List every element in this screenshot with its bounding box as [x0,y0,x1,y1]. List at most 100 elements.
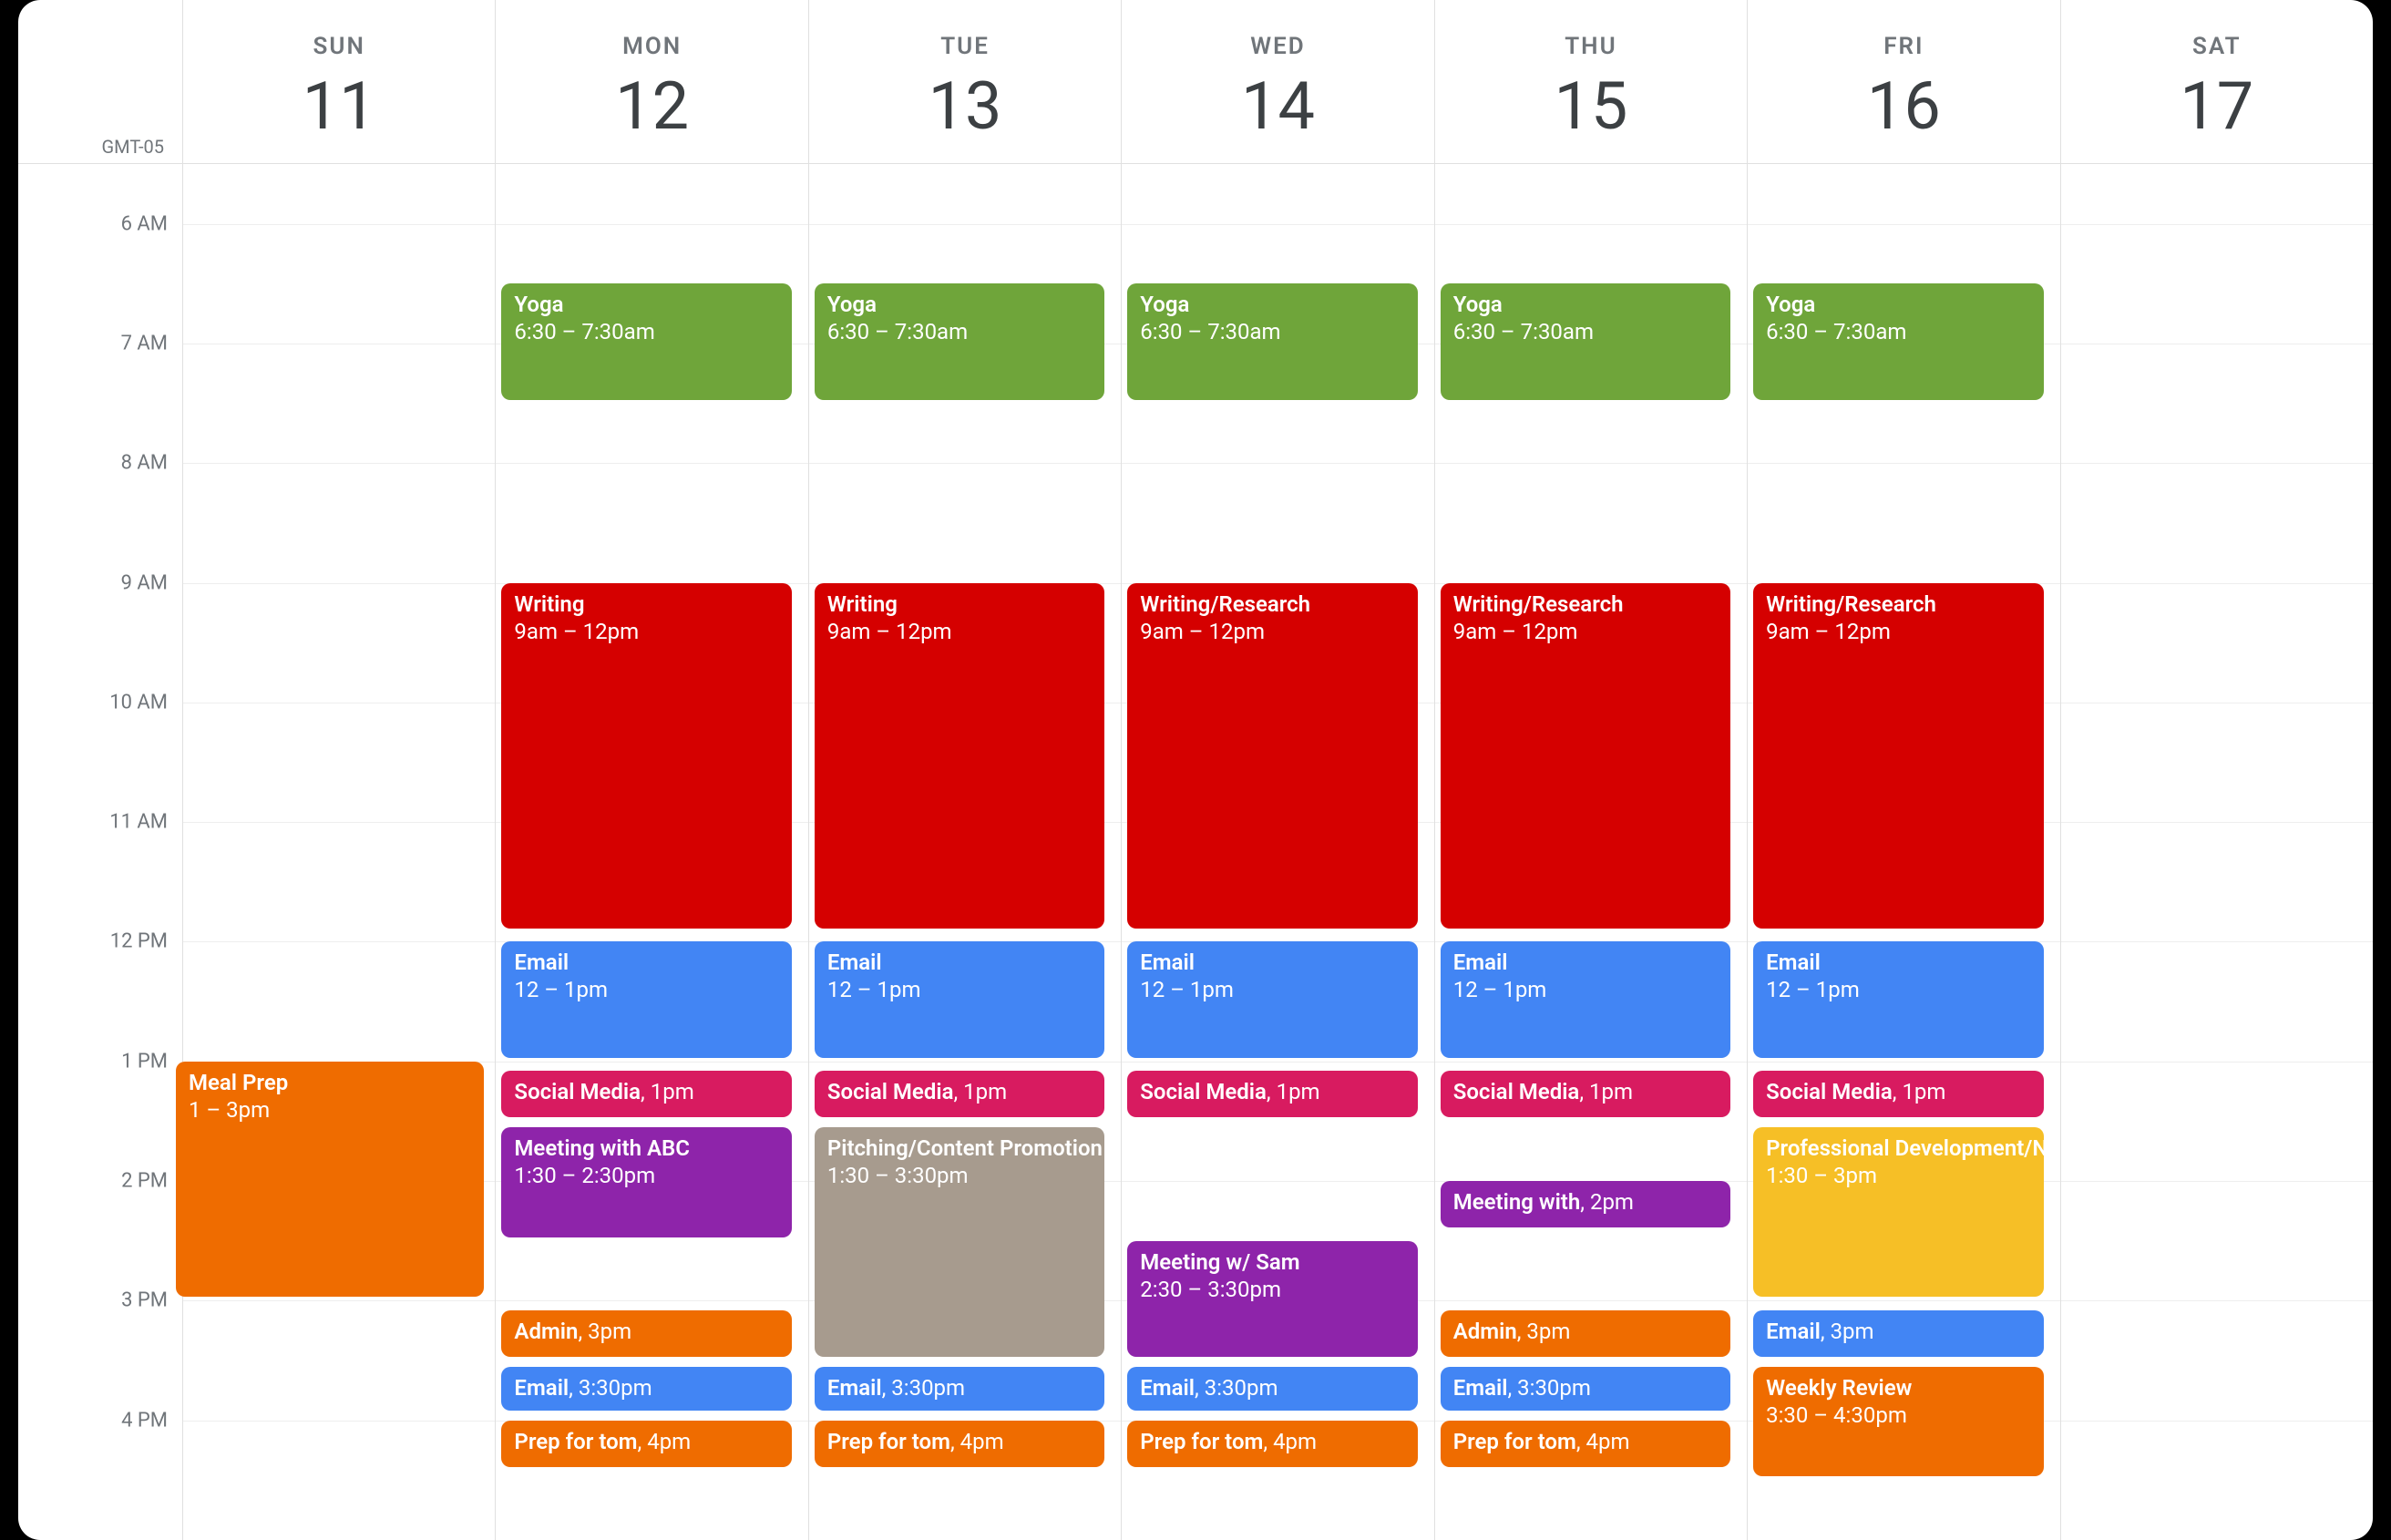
calendar-event[interactable]: Email12 – 1pm [1127,941,1417,1057]
calendar-event[interactable]: Prep for tom, 4pm [815,1421,1104,1467]
day-header[interactable]: SAT17 [2060,0,2373,164]
hour-gridline [2061,583,2373,584]
calendar-event[interactable]: Writing/Research9am – 12pm [1441,583,1730,929]
day-number[interactable]: 12 [496,67,807,145]
calendar-event[interactable]: Writing9am – 12pm [815,583,1104,929]
day-column[interactable]: Meal Prep1 – 3pm [182,164,495,1540]
event-title: Prep for tom [514,1429,637,1454]
day-number[interactable]: 17 [2061,67,2373,145]
calendar-event[interactable]: Social Media, 1pm [815,1071,1104,1117]
calendar-event[interactable]: Prep for tom, 4pm [1127,1421,1417,1467]
day-of-week-label: SUN [183,33,495,60]
hour-gridline [2061,1062,2373,1063]
day-column[interactable] [2060,164,2373,1540]
hour-gridline [2061,1181,2373,1182]
event-time: 9am – 12pm [1140,619,1265,644]
calendar-event[interactable]: Social Media, 1pm [1127,1071,1417,1117]
event-separator: , [1580,1189,1590,1215]
calendar-event[interactable]: Meal Prep1 – 3pm [176,1062,484,1298]
calendar-event[interactable]: Email, 3:30pm [1441,1367,1730,1412]
hour-gridline [1748,1062,2059,1063]
calendar-event[interactable]: Social Media, 1pm [1753,1071,2043,1117]
calendar-event[interactable]: Yoga6:30 – 7:30am [1441,283,1730,399]
hour-gridline [496,1062,807,1063]
time-gutter: 6 AM7 AM8 AM9 AM10 AM11 AM12 PM1 PM2 PM3… [18,164,182,1540]
day-header[interactable]: WED14 [1121,0,1433,164]
event-separator: , [641,1079,651,1104]
day-column[interactable]: Yoga6:30 – 7:30am Writing/Research9am – 1… [1434,164,1747,1540]
hour-gridline [2061,941,2373,942]
calendar-event[interactable]: Email12 – 1pm [1753,941,2043,1057]
calendar-event[interactable]: Email, 3:30pm [501,1367,791,1412]
calendar-event[interactable]: Weekly Review3:30 – 4:30pm [1753,1367,2043,1477]
event-time: 6:30 – 7:30am [827,319,968,344]
event-time: 6:30 – 7:30am [514,319,654,344]
calendar-event[interactable]: Yoga6:30 – 7:30am [501,283,791,399]
calendar-event[interactable]: Email12 – 1pm [815,941,1104,1057]
event-time: 6:30 – 7:30am [1766,319,1906,344]
calendar-event[interactable]: Yoga6:30 – 7:30am [1127,283,1417,399]
event-time: 1pm [963,1079,1007,1104]
calendar-event[interactable]: Admin, 3pm [1441,1310,1730,1357]
event-separator: , [1579,1079,1589,1104]
hour-label: 9 AM [121,571,168,594]
day-number[interactable]: 11 [183,67,495,145]
event-time: 3:30pm [579,1375,652,1401]
day-number[interactable]: 15 [1435,67,1747,145]
day-column[interactable]: Yoga6:30 – 7:30am Writing9am – 12pm Email1… [495,164,807,1540]
hour-label: 4 PM [121,1409,168,1432]
hour-gridline [809,1062,1121,1063]
calendar-event[interactable]: Writing/Research9am – 12pm [1127,583,1417,929]
event-time: 6:30 – 7:30am [1453,319,1594,344]
calendar-event[interactable]: Meeting with, 2pm [1441,1181,1730,1227]
calendar-event[interactable]: Email12 – 1pm [1441,941,1730,1057]
day-column[interactable]: Yoga6:30 – 7:30am Writing/Research9am – 1… [1747,164,2059,1540]
calendar-event[interactable]: Social Media, 1pm [501,1071,791,1117]
day-header[interactable]: SUN 11 [182,0,495,164]
hour-gridline [1748,1300,2059,1301]
day-of-week-label: FRI [1748,33,2059,60]
event-title: Writing/Research [1140,591,1310,617]
event-time: 12 – 1pm [1766,977,1860,1002]
calendar-event[interactable]: Social Media, 1pm [1441,1071,1730,1117]
day-header[interactable]: THU15 [1434,0,1747,164]
hour-label: 11 AM [109,811,168,834]
day-number[interactable]: 14 [1122,67,1433,145]
day-header[interactable]: MON12 [495,0,807,164]
week-grid[interactable]: Meal Prep1 – 3pmYoga6:30 – 7:30amWriting… [182,164,2373,1540]
calendar-event[interactable]: Professional Development/Networking1:30 … [1753,1127,2043,1297]
event-time: 3pm [588,1319,631,1344]
day-header[interactable]: FRI 16 [1747,0,2059,164]
calendar-event[interactable]: Yoga6:30 – 7:30am [1753,283,2043,399]
day-column[interactable]: Yoga6:30 – 7:30am Writing/Research9am – 1… [1121,164,1433,1540]
event-title: Email [1140,950,1195,975]
calendar-event[interactable]: Email, 3pm [1753,1310,2043,1357]
event-time: 1pm [1589,1079,1633,1104]
event-title: Admin [514,1319,578,1344]
calendar-event[interactable]: Admin, 3pm [501,1310,791,1357]
hour-label: 1 PM [121,1050,168,1073]
event-separator: , [1576,1429,1586,1454]
calendar-event[interactable]: Email, 3:30pm [1127,1367,1417,1412]
day-number[interactable]: 13 [809,67,1121,145]
day-of-week-label: TUE [809,33,1121,60]
day-number[interactable]: 16 [1748,67,2059,145]
calendar-event[interactable]: Yoga6:30 – 7:30am [815,283,1104,399]
event-separator: , [578,1319,588,1344]
day-column[interactable]: Yoga6:30 – 7:30am Writing9am – 12pm Email1… [808,164,1121,1540]
calendar-event[interactable]: Writing9am – 12pm [501,583,791,929]
calendar-event[interactable]: Email12 – 1pm [501,941,791,1057]
calendar-event[interactable]: Prep for tom, 4pm [1441,1421,1730,1467]
event-time: 2pm [1590,1189,1634,1215]
hour-gridline [809,224,1121,225]
event-time: 9am – 12pm [514,619,639,644]
calendar-event[interactable]: Email, 3:30pm [815,1367,1104,1412]
calendar-event[interactable]: Pitching/Content Promotion1:30 – 3:30pm [815,1127,1104,1357]
calendar-event[interactable]: Writing/Research9am – 12pm [1753,583,2043,929]
day-header[interactable]: TUE 13 [808,0,1121,164]
calendar-event[interactable]: Meeting with ABC1:30 – 2:30pm [501,1127,791,1237]
event-title: Social Media [1453,1079,1580,1104]
calendar-event[interactable]: Meeting w/ Sam2:30 – 3:30pm [1127,1241,1417,1357]
hour-gridline [2061,224,2373,225]
calendar-event[interactable]: Prep for tom, 4pm [501,1421,791,1467]
